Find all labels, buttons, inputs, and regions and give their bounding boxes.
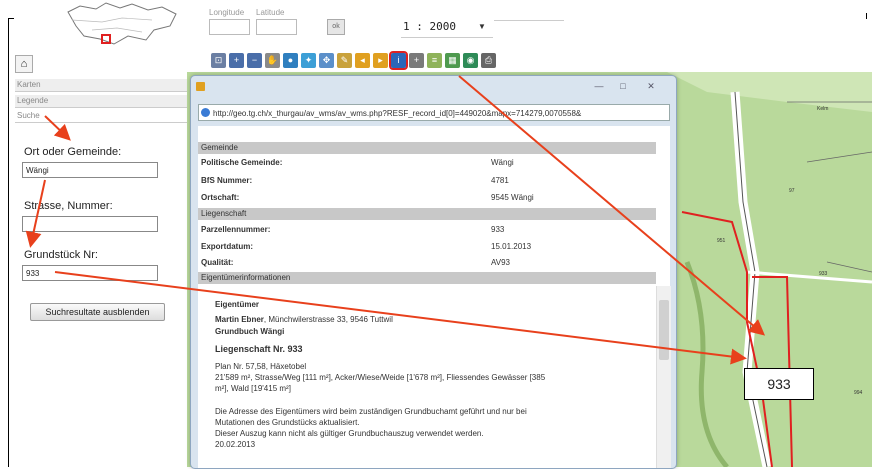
home-icon: ⌂ [20,58,28,70]
print-icon[interactable]: ⎙ [481,53,496,68]
home-button[interactable]: ⌂ [15,55,33,73]
parcel-label: 994 [854,390,863,396]
note-line: Die Adresse des Eigentümers wird beim zu… [215,407,527,416]
close-icon[interactable]: ✕ [640,80,662,93]
grundstueck-input[interactable]: 933 [22,265,158,281]
row-key: Politische Gemeinde: [201,158,283,167]
globe-icon[interactable]: ● [283,53,298,68]
zoom-out-icon[interactable]: − [247,53,262,68]
overview-minimap[interactable] [62,0,182,52]
grundstueck-label: Grundstück Nr: [24,249,98,261]
area-line: 21'589 m², Strasse/Weg [111 m²], Acker/W… [215,373,546,382]
popup-scrollbar[interactable] [656,286,671,468]
callout-parcel-number: 933 [744,368,814,400]
parcel-label: Kelm [817,106,828,112]
scale-underline [401,37,493,38]
pan-hand-icon[interactable]: ✋ [265,53,280,68]
maximize-icon[interactable]: □ [612,80,634,93]
parcel-label: 933 [819,271,828,277]
row-key: Qualität: [201,258,234,267]
plan-line: Plan Nr. 57,58, Häxetobel [215,362,307,371]
row-value: 15.01.2013 [491,242,532,251]
strasse-label: Strasse, Nummer: [24,200,113,212]
note-line: Dieser Auszug kann nicht als gültiger Gr… [215,429,484,438]
popup-titlebar[interactable]: — □ ✕ [191,76,676,102]
ort-label: Ort oder Gemeinde: [24,146,122,158]
hide-results-button[interactable]: Suchresultate ausblenden [30,303,165,321]
row-value: Wängi [491,158,514,167]
row-value: 933 [491,225,505,234]
row-key: BfS Nummer: [201,176,253,185]
address-url: http://geo.tg.ch/x_thurgau/av_wms/av_wms… [213,109,582,118]
chevron-down-icon[interactable]: ▼ [478,22,486,31]
frame-corner-right [866,13,867,19]
popup-content: Gemeinde Politische Gemeinde: Wängi BfS … [198,126,671,468]
longitude-label: Longitude [209,8,245,17]
move-icon[interactable]: ✥ [319,53,334,68]
liegenschaft-heading: Liegenschaft Nr. 933 [215,344,303,354]
section-eigentuemer: Eigentümerinformationen [198,272,656,284]
owner-line: Martin Ebner, Münchwilerstrasse 33, 9546… [215,315,393,324]
scroll-thumb[interactable] [659,300,669,360]
measure-pen-icon[interactable]: ✎ [337,53,352,68]
minimize-icon[interactable]: — [588,80,610,93]
section-gemeinde: Gemeinde [198,142,656,154]
zoom-in-icon[interactable]: + [229,53,244,68]
latitude-label: Latitude [256,8,285,17]
next-view-icon[interactable]: ▸ [373,53,388,68]
row-value: AV93 [491,258,510,267]
owner-name: Martin Ebner [215,315,264,324]
previous-view-icon[interactable]: ◂ [355,53,370,68]
legend-icon[interactable]: ▦ [445,53,460,68]
owner-address: , Münchwilerstrasse 33, 9546 Tuttwil [263,315,393,324]
row-key: Exportdatum: [201,242,253,251]
layers-icon[interactable]: ≡ [427,53,442,68]
row-key: Ortschaft: [201,193,240,202]
crosshair-icon[interactable]: + [409,53,424,68]
row-value: 9545 Wängi [491,193,534,202]
parcel-label: 951 [717,238,726,244]
strasse-input[interactable] [22,216,158,232]
zoom-box-icon[interactable]: ⊡ [211,53,226,68]
parcel-label: 97 [789,188,795,194]
navigate-icon[interactable]: ✦ [301,53,316,68]
row-value: 4781 [491,176,509,185]
coordinate-ok-button[interactable]: ok [327,19,345,35]
map-toolbar: ⊡ + − ✋ ● ✦ ✥ ✎ ◂ ▸ i + ≡ ▦ ◉ ⎙ [211,51,496,70]
info-popup-window[interactable]: — □ ✕ http://geo.tg.ch/x_thurgau/av_wms/… [190,75,677,469]
search-panel: Ort oder Gemeinde: Wängi Strasse, Nummer… [15,116,188,467]
ort-input[interactable]: Wängi [22,162,158,178]
header-divider [494,20,564,21]
browser-icon [201,108,210,117]
latitude-input[interactable] [256,19,297,35]
row-key: Parzellennummer: [201,225,271,234]
tab-karten[interactable]: Karten [15,79,189,92]
owner-heading: Eigentümer [215,300,260,309]
tab-legende[interactable]: Legende [15,95,189,108]
address-bar[interactable]: http://geo.tg.ch/x_thurgau/av_wms/av_wms… [198,104,670,121]
scale-select[interactable]: 1 : 2000 [403,20,456,33]
owner-info: Eigentümer Martin Ebner, Münchwilerstras… [198,286,656,468]
area-line-2: m²], Wald [19'415 m²] [215,384,291,393]
frame-left-edge [8,18,9,467]
info-icon[interactable]: i [389,51,408,70]
world-icon[interactable]: ◉ [463,53,478,68]
grundbuch: Grundbuch Wängi [215,327,285,336]
longitude-input[interactable] [209,19,250,35]
note-line: Mutationen des Grundstücks aktualisiert. [215,418,360,427]
section-liegenschaft: Liegenschaft [198,208,656,220]
date-line: 20.02.2013 [215,440,256,449]
app-icon [196,82,205,91]
